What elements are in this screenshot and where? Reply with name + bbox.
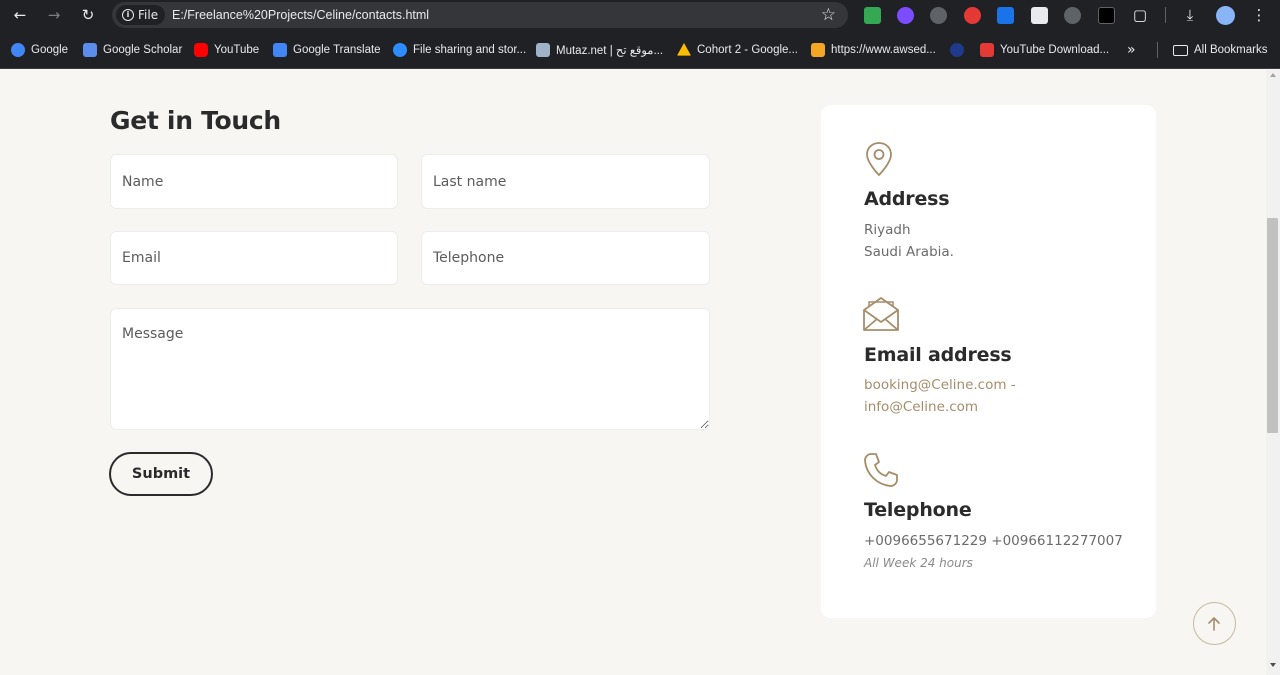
bookmark-google-translate[interactable]: Google Translate — [273, 40, 381, 60]
telephone-title: Telephone — [864, 499, 972, 521]
bookmark-dark-circle[interactable] — [950, 40, 964, 60]
extension-recycle-icon[interactable] — [1064, 7, 1081, 24]
reload-icon[interactable]: ↻ — [77, 4, 99, 26]
bookmark-cohort-2[interactable]: Cohort 2 - Google... — [677, 40, 798, 60]
telephone-hours: All Week 24 hours — [864, 556, 973, 570]
extension-check-icon[interactable] — [897, 7, 914, 24]
bookmark-youtube-download[interactable]: YouTube Download... — [980, 40, 1109, 60]
folder-icon — [1173, 44, 1188, 56]
page-title: Get in Touch — [110, 106, 281, 135]
bookmarks-bar: Google Google Scholar YouTube Google Tra… — [0, 31, 1280, 69]
bookmark-label: https://www.awsed... — [831, 44, 936, 56]
site-chip-label: File — [138, 8, 159, 22]
bookmark-youtube[interactable]: YouTube — [194, 40, 259, 60]
all-bookmarks-label: All Bookmarks — [1194, 44, 1268, 56]
info-icon: i — [122, 9, 134, 21]
bookmark-star-icon[interactable]: ☆ — [821, 4, 836, 26]
bookmark-file-sharing[interactable]: File sharing and stor... — [393, 40, 526, 60]
telephone-field[interactable] — [421, 231, 710, 285]
dark-circle-icon — [950, 43, 964, 57]
bookmark-label: File sharing and stor... — [413, 44, 527, 56]
bookmarks-divider — [1157, 42, 1158, 58]
envelope-icon — [863, 297, 899, 331]
download-icon[interactable]: ⤓ — [1180, 4, 1200, 26]
bookmark-label: Google — [31, 44, 69, 56]
address-line-2: Saudi Arabia. — [864, 244, 954, 260]
bookmark-mutaz[interactable]: Mutaz.net | موقع تح... — [536, 40, 663, 60]
url-text[interactable]: E:/Freelance%20Projects/Celine/contacts.… — [172, 2, 429, 28]
arrow-up-icon — [1208, 616, 1220, 631]
scroll-up-arrow-icon[interactable] — [1270, 73, 1276, 77]
bookmark-awsed[interactable]: https://www.awsed... — [811, 40, 936, 60]
extension-link-icon[interactable] — [930, 7, 947, 24]
bookmark-label: YouTube Download... — [1000, 44, 1110, 56]
bookmark-label: Cohort 2 - Google... — [697, 44, 798, 56]
site-info-chip[interactable]: i File — [116, 5, 166, 25]
back-arrow-icon[interactable]: ← — [9, 4, 31, 26]
email-booking[interactable]: booking@Celine.com - — [864, 374, 1016, 396]
phone-icon — [864, 453, 898, 487]
bookmark-label: Mutaz.net | موقع تح... — [556, 45, 664, 57]
submit-button[interactable]: Submit — [109, 452, 213, 496]
forward-arrow-icon[interactable]: → — [43, 4, 65, 26]
all-bookmarks-button[interactable]: All Bookmarks — [1173, 40, 1268, 60]
name-field[interactable] — [110, 154, 398, 209]
extension-fi-icon[interactable] — [997, 7, 1014, 24]
extension-cloud-icon[interactable] — [1031, 7, 1048, 24]
google-drive-icon — [677, 43, 691, 56]
menu-kebab-icon[interactable]: ⋮ — [1249, 4, 1269, 26]
telephone-numbers[interactable]: +0096655671229 +00966112277007 — [864, 530, 1123, 552]
profile-avatar[interactable] — [1216, 6, 1235, 25]
youtube-download-icon — [980, 43, 994, 57]
extension-sheets-icon[interactable] — [864, 7, 881, 24]
address-bar[interactable]: i File E:/Freelance%20Projects/Celine/co… — [112, 2, 848, 28]
bookmarks-overflow-icon[interactable]: » — [1127, 41, 1136, 59]
extension-shield-icon[interactable] — [964, 7, 981, 24]
location-pin-icon — [866, 142, 892, 177]
message-field[interactable] — [110, 308, 710, 430]
extensions-puzzle-icon[interactable]: ▢ — [1130, 4, 1150, 26]
google-icon — [11, 43, 25, 57]
scholar-icon — [83, 43, 97, 57]
email-title: Email address — [864, 344, 1012, 366]
address-line-1: Riyadh — [864, 222, 911, 238]
bookmark-google-scholar[interactable]: Google Scholar — [83, 40, 182, 60]
bookmark-label: Google Translate — [293, 44, 381, 56]
box-icon — [811, 43, 825, 57]
toolbar-divider — [1165, 7, 1166, 23]
browser-toolbar: ← → ↻ i File E:/Freelance%20Projects/Cel… — [0, 0, 1280, 31]
scroll-down-arrow-icon[interactable] — [1270, 663, 1276, 667]
mutaz-icon — [536, 43, 550, 57]
scroll-to-top-button[interactable] — [1193, 602, 1236, 645]
bookmark-label: YouTube — [214, 44, 260, 56]
scrollbar-thumb[interactable] — [1267, 218, 1278, 433]
extension-dark-icon[interactable] — [1098, 7, 1115, 24]
email-info[interactable]: info@Celine.com — [864, 396, 978, 418]
file-sharing-icon — [393, 43, 407, 57]
bookmark-label: Google Scholar — [103, 44, 183, 56]
bookmark-google[interactable]: Google — [11, 40, 68, 60]
email-field[interactable] — [110, 231, 398, 285]
address-title: Address — [864, 188, 950, 210]
translate-icon — [273, 43, 287, 57]
last-name-field[interactable] — [421, 154, 710, 209]
youtube-icon — [194, 43, 208, 57]
